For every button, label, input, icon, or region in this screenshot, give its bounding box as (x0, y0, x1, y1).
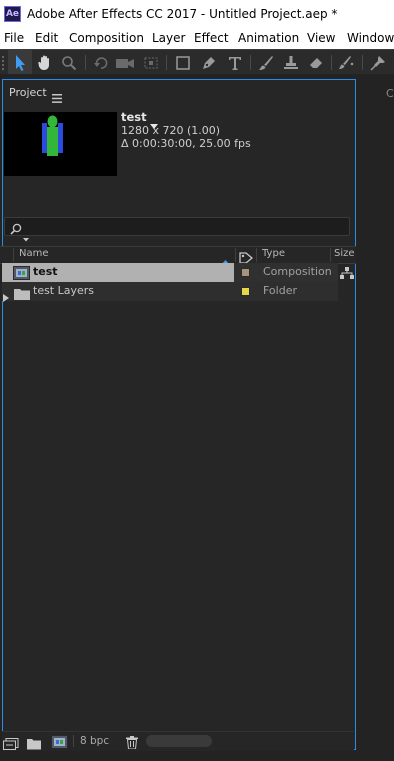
trash-icon[interactable] (126, 734, 138, 753)
toolbar-grip-icon (0, 50, 6, 75)
toolbar-divider (85, 55, 86, 70)
clone-stamp-tool-icon[interactable] (279, 50, 303, 75)
brush-tool-icon[interactable] (254, 50, 278, 75)
search-input[interactable] (4, 217, 350, 236)
menu-edit[interactable]: Edit (35, 31, 58, 45)
column-divider (330, 248, 331, 262)
interpret-footage-icon[interactable] (3, 735, 19, 754)
column-size[interactable]: Size (334, 248, 355, 259)
zoom-tool-icon[interactable] (57, 50, 81, 75)
preview-item-name: test (121, 110, 147, 124)
toolbar-divider (166, 55, 167, 70)
after-effects-logo-icon: Ae (4, 6, 21, 22)
project-panel (2, 79, 356, 750)
project-item-composition[interactable]: test Composition (2, 263, 354, 282)
column-divider (256, 248, 257, 262)
toolbar-divider (250, 55, 251, 70)
item-type: Folder (263, 284, 297, 297)
selection-tool-icon[interactable] (8, 50, 32, 75)
rotation-tool-icon[interactable] (89, 50, 113, 75)
new-folder-icon[interactable] (27, 735, 41, 754)
pen-tool-icon[interactable] (197, 50, 221, 75)
menu-view[interactable]: View (307, 31, 335, 45)
search-options-chevron-icon[interactable] (23, 227, 29, 246)
tools-panel (0, 49, 394, 75)
composition-panel-tab[interactable]: C (386, 87, 394, 100)
roto-brush-tool-icon[interactable] (335, 50, 359, 75)
item-name: test Layers (33, 284, 95, 297)
item-name: test (33, 265, 58, 278)
puppet-pin-tool-icon[interactable] (366, 50, 390, 75)
toolbar-divider (331, 55, 332, 70)
menu-animation[interactable]: Animation (238, 31, 299, 45)
menu-effect[interactable]: Effect (194, 31, 229, 45)
menu-file[interactable]: File (4, 31, 24, 45)
column-header: Name Type Size (0, 246, 356, 266)
column-name[interactable]: Name (19, 248, 49, 259)
hand-tool-icon[interactable] (33, 50, 57, 75)
horizontal-scrollbar[interactable] (146, 735, 212, 747)
panel-menu-icon[interactable] (52, 88, 62, 103)
preview-resolution: 1280 x 720 (1.00) (121, 124, 221, 137)
project-panel-tab[interactable]: Project (9, 86, 47, 99)
bit-depth-button[interactable]: 8 bpc (80, 735, 109, 747)
menu-composition[interactable]: Composition (69, 31, 144, 45)
toolbar-divider (362, 55, 363, 70)
window-title: Adobe After Effects CC 2017 - Untitled P… (27, 7, 338, 21)
preview-duration: Δ 0:00:30:00, 25.00 fps (121, 137, 251, 150)
search-icon (10, 220, 22, 239)
label-color-swatch[interactable] (241, 287, 250, 296)
menu-bar: File Edit Composition Layer Effect Anima… (0, 29, 394, 49)
label-color-swatch[interactable] (241, 268, 250, 277)
column-type[interactable]: Type (262, 248, 285, 259)
project-item-folder[interactable]: test Layers Folder (2, 282, 354, 304)
camera-tool-icon[interactable] (113, 50, 137, 75)
column-divider (13, 248, 14, 262)
item-type: Composition (263, 265, 332, 278)
composition-panel[interactable] (360, 79, 394, 761)
footer-divider (73, 735, 74, 747)
menu-layer[interactable]: Layer (152, 31, 185, 45)
folder-expand-arrow-icon[interactable] (3, 287, 9, 306)
folder-icon (14, 285, 30, 304)
new-composition-icon[interactable] (51, 734, 68, 753)
menu-window[interactable]: Window (347, 31, 394, 45)
composition-thumbnail (4, 112, 117, 176)
column-divider (235, 248, 236, 262)
eraser-tool-icon[interactable] (304, 50, 328, 75)
type-tool-icon[interactable] (223, 50, 247, 75)
pan-behind-tool-icon[interactable] (139, 50, 163, 75)
rectangle-tool-icon[interactable] (171, 50, 195, 75)
